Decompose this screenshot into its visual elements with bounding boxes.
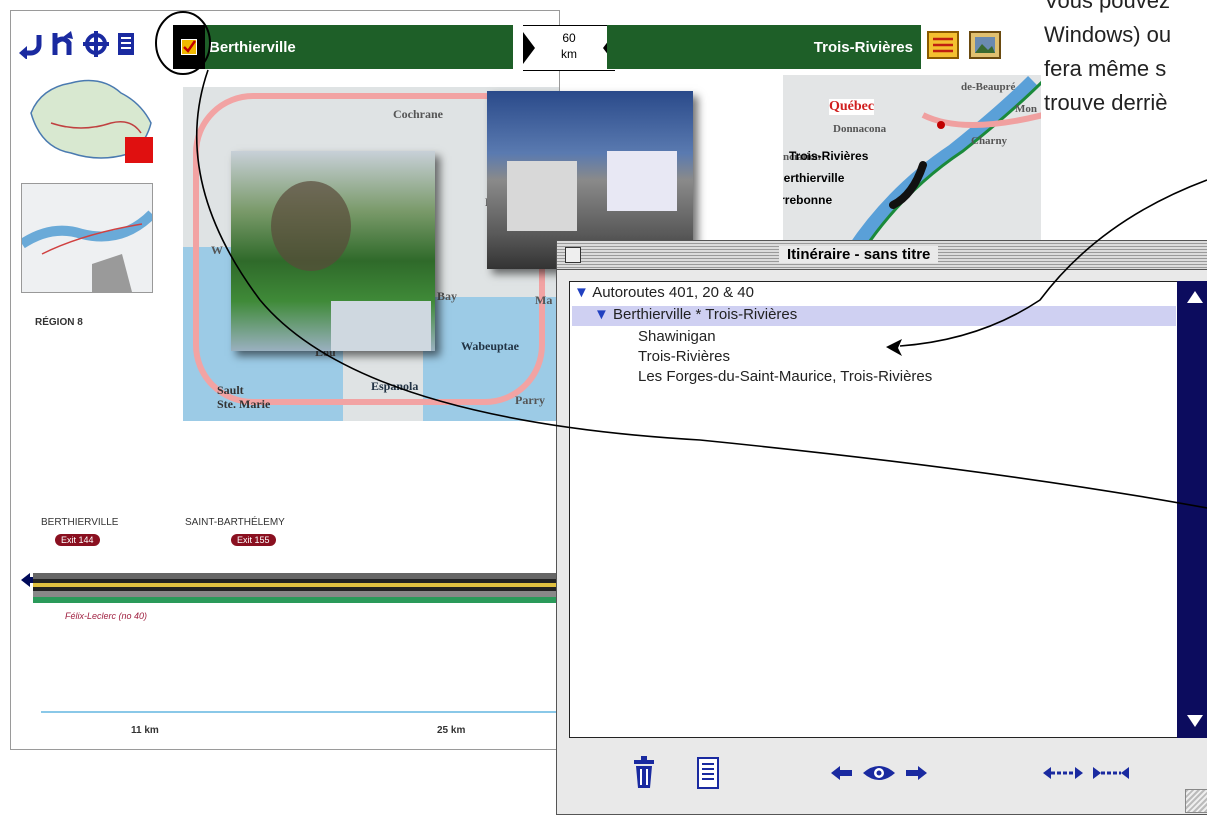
mill-wheel xyxy=(271,181,351,271)
next-icon[interactable] xyxy=(903,753,929,793)
check-icon xyxy=(181,39,197,55)
back-icon[interactable] xyxy=(15,29,45,59)
list-item[interactable]: Shawinigan xyxy=(638,328,716,345)
destination-bar[interactable]: Trois-Rivières xyxy=(607,25,921,69)
strip-town-berthierville: BERTHIERVILLE xyxy=(41,517,119,528)
map-label-w: W xyxy=(211,243,223,257)
region-label: RÉGION 8 xyxy=(35,317,83,328)
notes-icon[interactable] xyxy=(925,25,961,65)
map-label-charny: Charny xyxy=(971,135,1008,147)
destination-label: Trois-Rivières xyxy=(813,38,913,56)
distance-box: 60 km xyxy=(523,25,615,71)
arrow-right-icon xyxy=(523,32,535,64)
map-label-berthierville: Berthierville xyxy=(783,171,845,185)
map-label-quebec: Québec xyxy=(829,99,875,115)
itinerary-window: Itinéraire - sans titre ▼ Autoroutes 401… xyxy=(556,240,1207,815)
map-label-parry: Parry xyxy=(515,393,545,407)
inset-photo xyxy=(331,301,431,351)
vertical-scrollbar[interactable] xyxy=(1177,281,1207,738)
canada-overview-map[interactable] xyxy=(21,73,161,173)
quebec-map[interactable]: de-Beaupré Mon Québec Donnacona Charny n… xyxy=(783,75,1041,251)
map-label-sault: Sault Ste. Marie xyxy=(217,383,271,411)
road-name: Félix-Leclerc (no 40) xyxy=(65,611,148,621)
km-label-25: 25 km xyxy=(437,725,466,736)
km-label-11: 11 km xyxy=(131,725,159,736)
house-wall xyxy=(507,161,577,231)
app-window: Berthierville 60 km Trois-Rivières RÉGIO… xyxy=(10,10,1041,750)
prev-icon[interactable] xyxy=(829,753,855,793)
disclosure-triangle-icon[interactable]: ▼ xyxy=(594,306,609,323)
map-label-mon: Mon xyxy=(1015,103,1037,115)
map-label-trois-rivieres: Trois-Rivières xyxy=(789,149,869,163)
map-label-cochrane: Cochrane xyxy=(393,107,443,121)
church-building xyxy=(607,151,677,211)
book-icon[interactable] xyxy=(111,29,141,59)
distance-line xyxy=(41,711,559,713)
disclosure-triangle-icon[interactable]: ▼ xyxy=(574,284,589,301)
segment-label: Berthierville * Trois-Rivières xyxy=(613,306,798,323)
locate-icon[interactable] xyxy=(81,29,111,59)
instruction-note: Vous pouvez Windows) ou fera même s trou… xyxy=(1044,0,1172,115)
itinerary-list[interactable]: ▼ Autoroutes 401, 20 & 40 ▼ Berthiervill… xyxy=(569,281,1178,738)
group-label: Autoroutes 401, 20 & 40 xyxy=(592,284,754,301)
map-label-espanola: Espanola xyxy=(371,379,419,393)
window-title-bar[interactable]: Itinéraire - sans titre xyxy=(557,241,1207,270)
scroll-up-icon[interactable] xyxy=(1187,291,1203,303)
route-icon[interactable] xyxy=(49,29,79,59)
origin-bar[interactable]: Berthierville xyxy=(173,25,513,69)
resize-grip-icon[interactable] xyxy=(1185,789,1207,813)
expand-icon[interactable] xyxy=(1089,753,1133,793)
map-label-bay: Bay xyxy=(437,289,458,303)
list-item[interactable]: Les Forges-du-Saint-Maurice, Trois-Riviè… xyxy=(638,368,932,385)
scroll-down-icon[interactable] xyxy=(1187,715,1203,727)
close-box-icon[interactable] xyxy=(565,247,581,263)
distance-value: 60 km xyxy=(561,31,577,61)
map-label-terrebonne: Terrebonne xyxy=(783,193,833,207)
list-item-segment[interactable]: ▼ Berthierville * Trois-Rivières xyxy=(594,306,797,323)
origin-label: Berthierville xyxy=(209,38,296,56)
strip-town-saint-barthelemy: SAINT-BARTHÉLEMY xyxy=(185,517,285,528)
photos-icon[interactable] xyxy=(967,25,1003,65)
document-icon[interactable] xyxy=(693,753,723,793)
map-label-donnacona: Donnacona xyxy=(833,123,887,135)
exit-badge-155[interactable]: Exit 155 xyxy=(231,534,276,546)
exit-badge-144[interactable]: Exit 144 xyxy=(55,534,100,546)
eye-icon[interactable] xyxy=(859,753,899,793)
map-label-de-beaupre: de-Beaupré xyxy=(961,81,1016,93)
checkbox[interactable] xyxy=(173,25,205,69)
map-label-ma: Ma xyxy=(535,293,553,307)
map-label-wabeuptae: Wabeuptae xyxy=(461,339,520,353)
watermill-photo[interactable] xyxy=(231,151,435,351)
list-item[interactable]: Trois-Rivières xyxy=(638,348,730,365)
collapse-icon[interactable] xyxy=(1041,753,1085,793)
region-map[interactable] xyxy=(19,183,156,293)
highway-strip xyxy=(33,573,559,609)
window-title: Itinéraire - sans titre xyxy=(779,246,939,263)
list-item-group[interactable]: ▼ Autoroutes 401, 20 & 40 xyxy=(574,284,754,301)
trash-icon[interactable] xyxy=(629,753,659,793)
